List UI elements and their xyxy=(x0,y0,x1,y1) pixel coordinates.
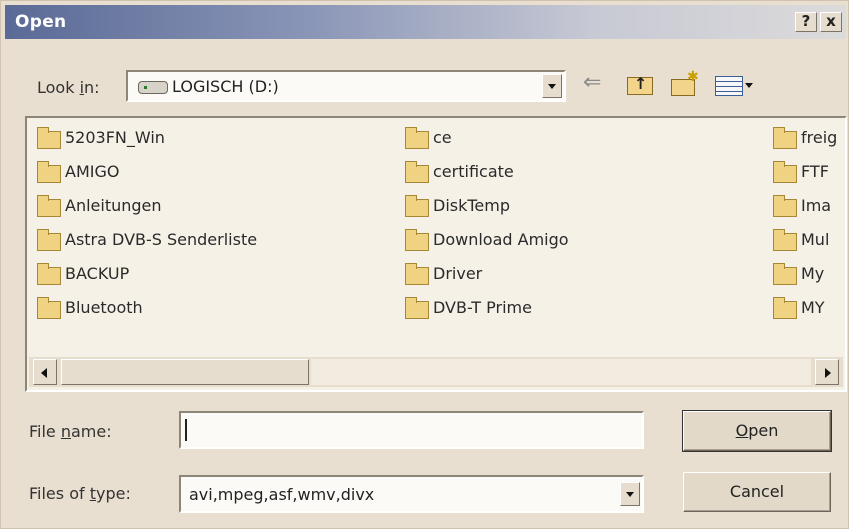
folder-name: My xyxy=(801,264,825,283)
file-name-label-text: File xyxy=(29,422,61,441)
help-button[interactable]: ? xyxy=(795,12,817,32)
scroll-right-icon[interactable] xyxy=(815,359,839,385)
folder-icon xyxy=(773,263,797,285)
folder-name: BACKUP xyxy=(65,264,130,283)
folder-icon xyxy=(37,263,61,285)
hard-drive-icon xyxy=(138,81,168,94)
look-in-label-text-end: n: xyxy=(84,78,100,97)
views-menu-icon[interactable] xyxy=(713,71,759,97)
sparkle-icon: ✱ xyxy=(687,69,699,85)
folder-icon xyxy=(405,127,429,149)
look-in-dropdown[interactable]: LOGISCH (D:) xyxy=(126,70,566,102)
folder-name: certificate xyxy=(433,162,514,181)
folder-name: DVB-T Prime xyxy=(433,298,532,317)
folder-name: Astra DVB-S Senderliste xyxy=(65,230,258,249)
folder-icon xyxy=(405,229,429,251)
chevron-down-icon[interactable] xyxy=(620,482,640,506)
folder-icon xyxy=(773,297,797,319)
look-in-value: LOGISCH (D:) xyxy=(172,77,279,96)
folder-name: ce xyxy=(433,128,452,147)
look-in-label: Look in: xyxy=(37,78,100,97)
look-in-label-text: Look xyxy=(37,78,80,97)
scroll-thumb[interactable] xyxy=(61,359,309,385)
folder-up-glyph xyxy=(627,74,653,95)
file-type-value: avi,mpeg,asf,wmv,divx xyxy=(189,485,375,504)
window-title: Open xyxy=(15,12,67,32)
cancel-button[interactable]: Cancel xyxy=(683,472,831,512)
folder-icon xyxy=(405,263,429,285)
open-accesskey: O xyxy=(735,421,749,440)
folder-name: Anleitungen xyxy=(65,196,162,215)
title-bar[interactable]: Open ? x xyxy=(5,5,846,39)
folder-name: freig xyxy=(801,128,838,147)
open-button-label: pen xyxy=(748,421,779,440)
file-type-label-text: Files of xyxy=(29,484,90,503)
folder-icon xyxy=(37,161,61,183)
file-name-label-text-end: ame: xyxy=(71,422,112,441)
folder-icon xyxy=(37,229,61,251)
folder-name: FTF xyxy=(801,162,829,181)
new-folder-icon[interactable]: ✱ xyxy=(669,69,699,97)
back-arrow-icon[interactable]: ⇐ xyxy=(583,71,607,97)
folder-name: Mul xyxy=(801,230,830,249)
folder-icon xyxy=(37,127,61,149)
up-one-level-icon[interactable] xyxy=(625,71,655,97)
folder-name: 5203FN_Win xyxy=(65,128,165,147)
scroll-track[interactable] xyxy=(311,359,811,385)
list-view-glyph xyxy=(715,76,743,96)
close-button[interactable]: x xyxy=(820,12,842,32)
file-type-label: Files of type: xyxy=(29,484,131,503)
folder-name: Download Amigo xyxy=(433,230,569,249)
chevron-down-icon xyxy=(745,83,753,88)
file-type-label-text-end: ype: xyxy=(95,484,131,503)
scroll-left-icon[interactable] xyxy=(33,359,57,385)
folder-name: Bluetooth xyxy=(65,298,143,317)
chevron-down-icon[interactable] xyxy=(542,74,562,98)
folder-name: AMIGO xyxy=(65,162,120,181)
folder-name: Driver xyxy=(433,264,483,283)
open-button[interactable]: Open xyxy=(682,410,832,452)
folder-name: DiskTemp xyxy=(433,196,511,215)
file-name-accesskey: n xyxy=(60,422,71,441)
text-caret xyxy=(185,419,187,441)
file-type-dropdown[interactable]: avi,mpeg,asf,wmv,divx xyxy=(179,475,644,513)
horizontal-scrollbar[interactable] xyxy=(29,357,843,387)
file-name-input[interactable] xyxy=(179,411,644,449)
folder-name: MY xyxy=(801,298,825,317)
folder-icon xyxy=(773,161,797,183)
folder-icon xyxy=(773,229,797,251)
folder-icon xyxy=(405,297,429,319)
folder-icon xyxy=(405,195,429,217)
open-dialog: Open ? x Look in: LOGISCH (D:) ⇐ ✱ 5203F… xyxy=(0,0,849,529)
folder-icon xyxy=(405,161,429,183)
file-list[interactable]: 5203FN_Win AMIGO Anleitungen Astra DVB-S… xyxy=(25,116,847,392)
folder-icon xyxy=(37,297,61,319)
file-name-label: File name: xyxy=(29,422,112,441)
folder-icon xyxy=(773,195,797,217)
folder-icon xyxy=(37,195,61,217)
folder-icon xyxy=(773,127,797,149)
folder-name: Ima xyxy=(801,196,832,215)
